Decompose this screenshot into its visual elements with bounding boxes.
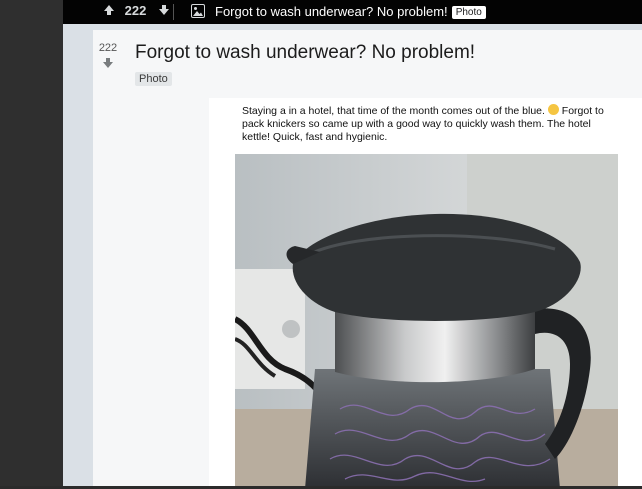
post-card: 222 Forgot to wash underwear? No problem… (93, 30, 642, 489)
post-score: 222 (98, 42, 118, 54)
downvote-icon[interactable] (158, 4, 170, 16)
post-flair[interactable]: Photo (135, 72, 172, 86)
main-content: 222 Forgot to wash underwear? No problem… (63, 24, 642, 489)
kettle-photo[interactable] (235, 154, 618, 489)
upvote-icon[interactable] (103, 4, 115, 16)
post-vote-column: 222 (96, 42, 120, 69)
image-caption: Staying a in a hotel, that time of the m… (242, 104, 612, 144)
divider (173, 4, 174, 20)
caption-text-start: Staying a in a hotel, that time of the m… (242, 105, 545, 117)
downvote-icon[interactable] (102, 57, 114, 69)
post-title[interactable]: Forgot to wash underwear? No problem! (135, 42, 475, 64)
post-media: Staying a in a hotel, that time of the m… (209, 98, 642, 489)
emoji-icon (547, 104, 559, 115)
topbar-flair: Photo (451, 6, 486, 19)
topbar-post-title[interactable]: Forgot to wash underwear? No problem! Pho… (215, 4, 486, 19)
image-icon (191, 4, 205, 18)
sticky-post-header: 222 Forgot to wash underwear? No problem… (63, 0, 642, 24)
topbar-vote-group: 222 (103, 3, 170, 18)
left-gutter (0, 0, 63, 489)
topbar-score: 222 (124, 3, 147, 18)
topbar-title-text: Forgot to wash underwear? No problem! (215, 4, 448, 19)
